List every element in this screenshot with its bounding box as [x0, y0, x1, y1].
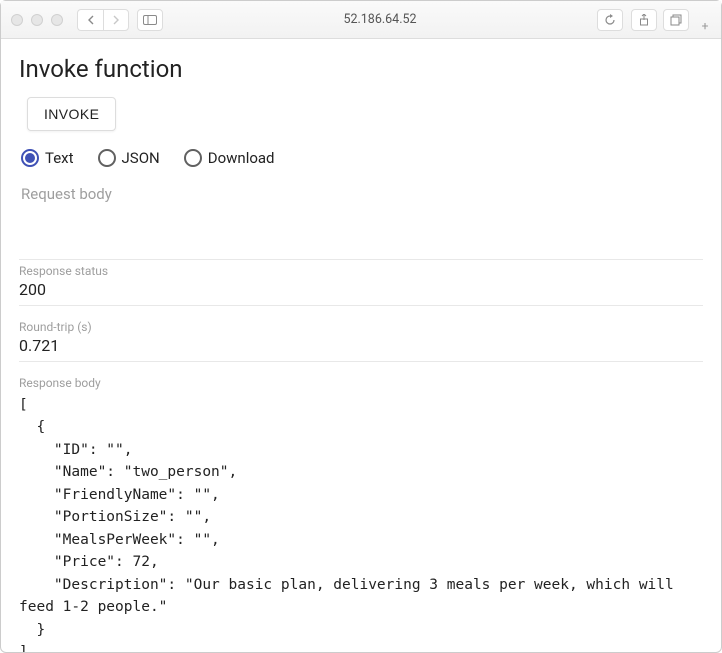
- share-button[interactable]: [631, 9, 657, 31]
- traffic-lights: [11, 14, 63, 26]
- right-toolbar: +: [631, 9, 711, 31]
- reload-icon: [604, 14, 616, 26]
- tabs-button[interactable]: [663, 9, 689, 31]
- request-body-input[interactable]: Request body: [19, 179, 703, 249]
- format-radio-group: Text JSON Download: [21, 149, 701, 167]
- zoom-dot[interactable]: [51, 14, 63, 26]
- nav-buttons: [77, 9, 129, 31]
- address-bar[interactable]: 52.186.64.52: [171, 12, 589, 27]
- roundtrip-field: Round-trip (s) 0.721: [19, 316, 703, 362]
- radio-icon: [184, 149, 202, 167]
- invoke-button[interactable]: INVOKE: [27, 97, 116, 131]
- share-icon: [638, 14, 650, 26]
- roundtrip-label: Round-trip (s): [19, 320, 703, 334]
- response-status-value: 200: [19, 280, 703, 306]
- sidebar-toggle-button[interactable]: [137, 9, 163, 31]
- new-tab-button[interactable]: +: [697, 18, 713, 34]
- minimize-dot[interactable]: [31, 14, 43, 26]
- back-button[interactable]: [77, 9, 103, 31]
- page-title: Invoke function: [19, 55, 703, 83]
- response-body-label: Response body: [19, 376, 703, 390]
- radio-json-label: JSON: [122, 149, 160, 167]
- forward-button[interactable]: [103, 9, 129, 31]
- browser-chrome: 52.186.64.52 +: [1, 1, 721, 39]
- chevron-left-icon: [87, 15, 95, 25]
- chevron-right-icon: [112, 15, 120, 25]
- radio-json[interactable]: JSON: [98, 149, 160, 167]
- reload-button[interactable]: [597, 9, 623, 31]
- response-body-field: Response body [ { "ID": "", "Name": "two…: [19, 372, 703, 652]
- response-body-value: [ { "ID": "", "Name": "two_person", "Fri…: [19, 392, 703, 652]
- sidebar-icon: [143, 15, 157, 25]
- radio-download[interactable]: Download: [184, 149, 275, 167]
- radio-download-label: Download: [208, 149, 275, 167]
- page-content: Invoke function INVOKE Text JSON Downloa…: [1, 39, 721, 652]
- tabs-icon: [670, 14, 682, 26]
- close-dot[interactable]: [11, 14, 23, 26]
- radio-text-label: Text: [45, 149, 74, 167]
- response-status-field: Response status 200: [19, 259, 703, 306]
- roundtrip-value: 0.721: [19, 336, 703, 362]
- radio-icon: [98, 149, 116, 167]
- radio-icon: [21, 149, 39, 167]
- response-status-label: Response status: [19, 264, 703, 278]
- radio-text[interactable]: Text: [21, 149, 74, 167]
